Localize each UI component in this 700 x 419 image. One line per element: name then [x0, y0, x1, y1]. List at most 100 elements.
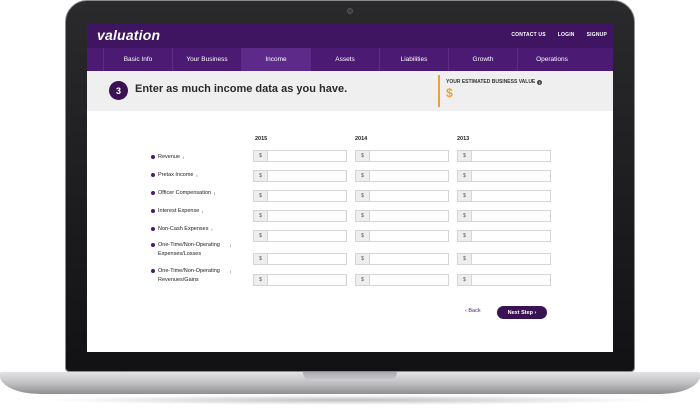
row-label-pretax-income: Pretax Income i [151, 171, 197, 180]
row-label-one-time-expenses: One-Time/Non-Operating Expenses/Losses i [151, 241, 231, 259]
currency-symbol: $ [254, 231, 268, 241]
currency-symbol: $ [356, 254, 370, 264]
currency-symbol: $ [356, 231, 370, 241]
officer-compensation-2014-field[interactable]: $ [355, 190, 449, 202]
tab-income[interactable]: Income [241, 48, 310, 71]
non-cash-expenses-2015-field[interactable]: $ [253, 230, 347, 242]
officer-compensation-2013-input[interactable] [472, 191, 550, 201]
signup-link[interactable]: SIGNUP [587, 32, 607, 38]
revenue-2015-input[interactable] [268, 151, 346, 161]
year-header-2015: 2015 [255, 136, 268, 142]
currency-symbol: $ [458, 231, 472, 241]
revenue-2015-field[interactable]: $ [253, 150, 347, 162]
non-cash-expenses-2015-input[interactable] [268, 231, 346, 241]
row-label-text: Officer Compensation [158, 190, 212, 196]
contact-us-link[interactable]: CONTACT US [511, 32, 545, 38]
one-time-revenues-2015-input[interactable] [268, 275, 346, 285]
estimated-value-amount: $ [446, 86, 453, 100]
login-link[interactable]: LOGIN [558, 32, 575, 38]
tab-growth[interactable]: Growth [448, 48, 517, 71]
currency-symbol: $ [356, 191, 370, 201]
currency-symbol: $ [254, 275, 268, 285]
currency-symbol: $ [356, 151, 370, 161]
currency-symbol: $ [254, 254, 268, 264]
non-cash-expenses-2014-field[interactable]: $ [355, 230, 449, 242]
year-header-2013: 2013 [457, 136, 470, 142]
interest-expense-2014-field[interactable]: $ [355, 210, 449, 222]
interest-expense-2013-field[interactable]: $ [457, 210, 551, 222]
one-time-expenses-2015-field[interactable]: $ [253, 253, 347, 265]
non-cash-expenses-2014-input[interactable] [370, 231, 448, 241]
pretax-income-2015-field[interactable]: $ [253, 170, 347, 182]
help-icon[interactable]: i [214, 189, 215, 198]
interest-expense-2015-input[interactable] [268, 211, 346, 221]
back-link[interactable]: ‹ Back [465, 308, 481, 314]
row-label-text: One-Time/Non-Operating Expenses/Losses [158, 242, 220, 257]
officer-compensation-2013-field[interactable]: $ [457, 190, 551, 202]
laptop-notch [303, 372, 397, 381]
valuation-logo[interactable]: valuation [97, 27, 160, 43]
top-bar: valuation CONTACT US LOGIN SIGNUP [87, 23, 613, 48]
non-cash-expenses-2013-field[interactable]: $ [457, 230, 551, 242]
one-time-expenses-2013-field[interactable]: $ [457, 253, 551, 265]
pretax-income-2013-input[interactable] [472, 171, 550, 181]
laptop-shadow [40, 395, 660, 405]
bullet-icon [151, 243, 155, 247]
revenue-2013-input[interactable] [472, 151, 550, 161]
help-icon[interactable]: i [202, 207, 203, 216]
interest-expense-2013-input[interactable] [472, 211, 550, 221]
webcam-icon [347, 8, 353, 14]
year-header-2014: 2014 [355, 136, 368, 142]
tab-basic-info[interactable]: Basic Info [103, 48, 172, 71]
help-icon[interactable]: i [211, 225, 212, 234]
row-label-interest-expense: Interest Expense i [151, 207, 203, 216]
bullet-icon [151, 209, 155, 213]
help-icon[interactable]: i [230, 241, 231, 250]
step-tabs: Basic Info Your Business Income Assets L… [87, 48, 613, 71]
one-time-revenues-2014-field[interactable]: $ [355, 274, 449, 286]
pretax-income-2013-field[interactable]: $ [457, 170, 551, 182]
tab-operations[interactable]: Operations [517, 48, 586, 71]
one-time-revenues-2015-field[interactable]: $ [253, 274, 347, 286]
officer-compensation-2014-input[interactable] [370, 191, 448, 201]
row-label-revenue: Revenue i [151, 153, 184, 162]
one-time-revenues-2013-input[interactable] [472, 275, 550, 285]
pretax-income-2014-field[interactable]: $ [355, 170, 449, 182]
officer-compensation-2015-input[interactable] [268, 191, 346, 201]
bullet-icon [151, 173, 155, 177]
tab-assets[interactable]: Assets [310, 48, 379, 71]
help-icon[interactable]: i [230, 267, 231, 276]
row-label-one-time-revenues: One-Time/Non-Operating Revenues/Gains i [151, 267, 231, 285]
pretax-income-2015-input[interactable] [268, 171, 346, 181]
row-label-text: One-Time/Non-Operating Revenues/Gains [158, 268, 220, 283]
currency-symbol: $ [254, 151, 268, 161]
pretax-income-2014-input[interactable] [370, 171, 448, 181]
revenue-2013-field[interactable]: $ [457, 150, 551, 162]
row-label-text: Pretax Income [158, 172, 194, 178]
non-cash-expenses-2013-input[interactable] [472, 231, 550, 241]
top-links: CONTACT US LOGIN SIGNUP [511, 32, 607, 38]
currency-symbol: $ [458, 171, 472, 181]
step-title: Enter as much income data as you have. [135, 83, 348, 95]
currency-symbol: $ [356, 211, 370, 221]
one-time-expenses-2014-input[interactable] [370, 254, 448, 264]
revenue-2014-field[interactable]: $ [355, 150, 449, 162]
info-icon[interactable]: i [537, 79, 543, 85]
tab-your-business[interactable]: Your Business [172, 48, 241, 71]
one-time-revenues-2013-field[interactable]: $ [457, 274, 551, 286]
tab-liabilities[interactable]: Liabilities [379, 48, 448, 71]
interest-expense-2015-field[interactable]: $ [253, 210, 347, 222]
interest-expense-2014-input[interactable] [370, 211, 448, 221]
help-icon[interactable]: i [196, 171, 197, 180]
row-label-text: Revenue [158, 154, 181, 160]
bullet-icon [151, 155, 155, 159]
next-step-button[interactable]: Next Step › [497, 306, 547, 319]
officer-compensation-2015-field[interactable]: $ [253, 190, 347, 202]
one-time-revenues-2014-input[interactable] [370, 275, 448, 285]
estimated-value-label-text: YOUR ESTIMATED BUSINESS VALUE [446, 79, 536, 85]
one-time-expenses-2015-input[interactable] [268, 254, 346, 264]
revenue-2014-input[interactable] [370, 151, 448, 161]
one-time-expenses-2014-field[interactable]: $ [355, 253, 449, 265]
one-time-expenses-2013-input[interactable] [472, 254, 550, 264]
help-icon[interactable]: i [183, 153, 184, 162]
